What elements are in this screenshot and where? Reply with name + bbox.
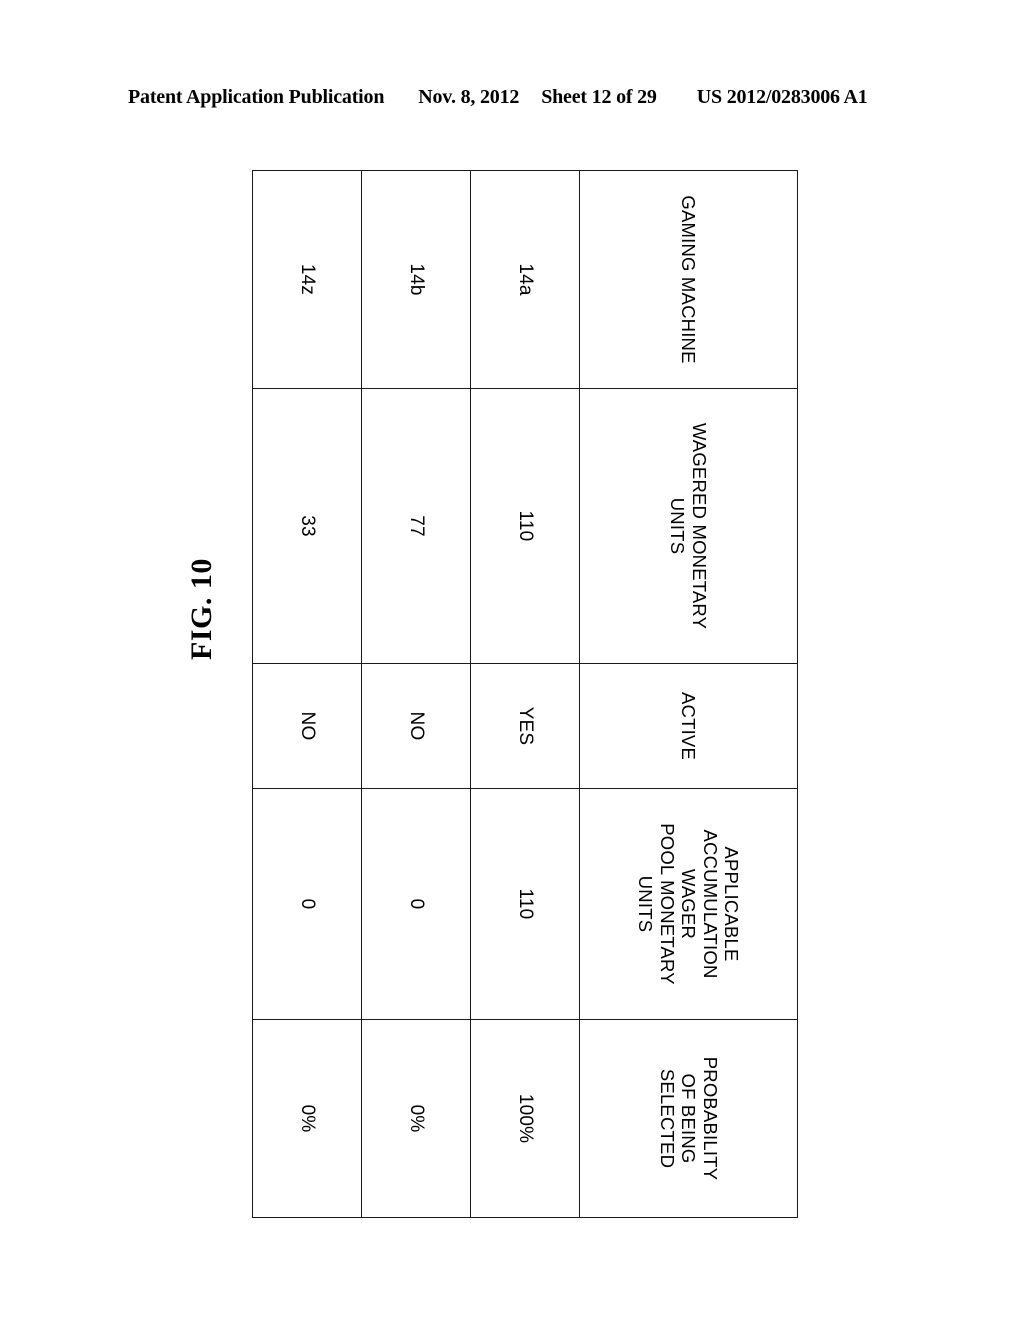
header-line: SELECTED (656, 1068, 678, 1169)
table-header-row: GAMING MACHINE WAGERED MONETARY UNITS AC… (579, 170, 798, 1218)
cell-probability-of-being-selected: 0% (361, 1019, 471, 1218)
header-line: UNITS (635, 875, 657, 933)
publication-date: Nov. 8, 2012 (418, 86, 520, 108)
header-line: PROBABILITY (699, 1056, 721, 1181)
header-line: ACTIVE (678, 691, 700, 761)
document-number: US 2012/0283006 A1 (696, 86, 868, 108)
patent-page-header: Patent Application Publication Nov. 8, 2… (128, 86, 896, 112)
table-row: 14z 33 NO 0 0% (252, 170, 362, 1218)
header-line: UNITS (667, 497, 689, 555)
cell-wagered-monetary-units: 77 (361, 388, 471, 664)
header-line: ACCUMULATION (699, 829, 721, 979)
figure-label: FIG. 10 (185, 558, 218, 660)
sheet-number: Sheet 12 of 29 (541, 86, 657, 108)
column-header-active: ACTIVE (579, 663, 798, 789)
header-line: POOL MONETARY (656, 823, 678, 985)
column-header-gaming-machine: GAMING MACHINE (579, 170, 798, 389)
cell-gaming-machine: 14b (361, 170, 471, 389)
cell-gaming-machine: 14z (252, 170, 362, 389)
column-header-applicable-accumulation-wager-pool: APPLICABLE ACCUMULATION WAGER POOL MONET… (579, 788, 798, 1020)
cell-active: YES (470, 663, 580, 789)
header-line: GAMING MACHINE (678, 195, 700, 364)
cell-probability-of-being-selected: 0% (252, 1019, 362, 1218)
table-row: 14b 77 NO 0 0% (361, 170, 471, 1218)
publication-label: Patent Application Publication (128, 86, 385, 108)
column-header-wagered-monetary-units: WAGERED MONETARY UNITS (579, 388, 798, 664)
figure-10-table-container: GAMING MACHINE WAGERED MONETARY UNITS AC… (252, 170, 798, 1218)
cell-gaming-machine: 14a (470, 170, 580, 389)
cell-applicable-accumulation-wager-pool: 0 (361, 788, 471, 1020)
cell-probability-of-being-selected: 100% (470, 1019, 580, 1218)
cell-active: NO (361, 663, 471, 789)
header-line: APPLICABLE (721, 846, 743, 962)
cell-wagered-monetary-units: 33 (252, 388, 362, 664)
cell-applicable-accumulation-wager-pool: 0 (252, 788, 362, 1020)
header-line: WAGERED MONETARY (688, 422, 710, 630)
header-line: WAGER (678, 868, 700, 940)
cell-active: NO (252, 663, 362, 789)
cell-wagered-monetary-units: 110 (470, 388, 580, 664)
figure-10-table: GAMING MACHINE WAGERED MONETARY UNITS AC… (252, 170, 798, 1218)
column-header-probability-of-being-selected: PROBABILITY OF BEING SELECTED (579, 1019, 798, 1218)
header-line: OF BEING (678, 1073, 700, 1164)
cell-applicable-accumulation-wager-pool: 110 (470, 788, 580, 1020)
table-row: 14a 110 YES 110 100% (470, 170, 580, 1218)
